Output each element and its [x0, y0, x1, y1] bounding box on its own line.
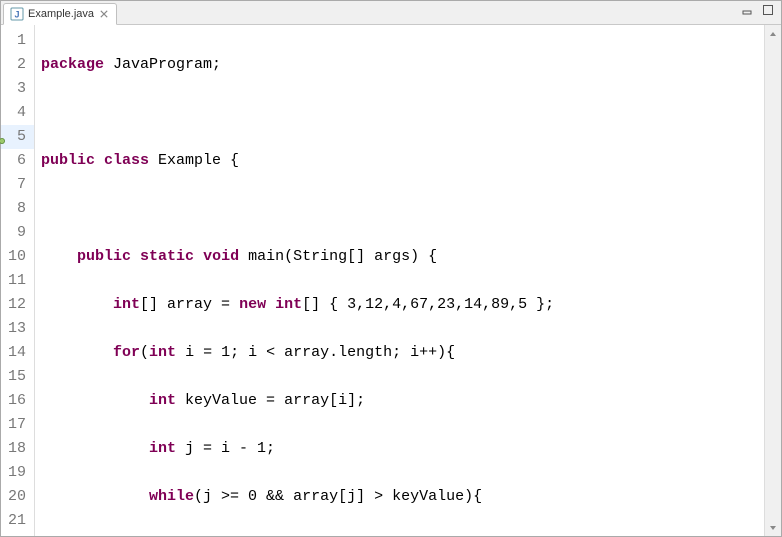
line-number: 11: [1, 269, 34, 293]
line-number: 9: [1, 221, 34, 245]
line-number: 21: [1, 509, 34, 533]
line-number: 5: [1, 125, 34, 149]
svg-text:J: J: [14, 10, 19, 20]
window-controls: [741, 3, 775, 17]
line-number: 8: [1, 197, 34, 221]
line-number: 15: [1, 365, 34, 389]
editor-tab[interactable]: J Example.java: [3, 3, 117, 25]
line-number: 14: [1, 341, 34, 365]
scroll-down-icon[interactable]: [765, 519, 781, 536]
line-number: 20: [1, 485, 34, 509]
line-number: 17: [1, 413, 34, 437]
tab-bar: J Example.java: [1, 1, 781, 25]
line-number-gutter: 1 2 3 4 5 6 7 8 9 10 11 12 13 14 15 16 1…: [1, 25, 35, 536]
line-number: 1: [1, 29, 34, 53]
line-number: 3: [1, 77, 34, 101]
line-number: 13: [1, 317, 34, 341]
line-number: 10: [1, 245, 34, 269]
line-number: 16: [1, 389, 34, 413]
line-number: 12: [1, 293, 34, 317]
line-number: 4: [1, 101, 34, 125]
minimize-button[interactable]: [741, 3, 755, 17]
vertical-scrollbar[interactable]: [764, 25, 781, 536]
tab-label: Example.java: [28, 8, 94, 20]
maximize-button[interactable]: [761, 3, 775, 17]
line-number: 7: [1, 173, 34, 197]
line-number: 6: [1, 149, 34, 173]
code-area[interactable]: package JavaProgram; public class Exampl…: [35, 25, 764, 536]
close-icon[interactable]: [98, 8, 110, 20]
java-file-icon: J: [10, 7, 24, 21]
scroll-up-icon[interactable]: [765, 25, 781, 42]
line-number: 18: [1, 437, 34, 461]
editor: 1 2 3 4 5 6 7 8 9 10 11 12 13 14 15 16 1…: [1, 25, 781, 536]
line-number: 2: [1, 53, 34, 77]
override-marker-icon: [0, 129, 5, 135]
line-number: 19: [1, 461, 34, 485]
